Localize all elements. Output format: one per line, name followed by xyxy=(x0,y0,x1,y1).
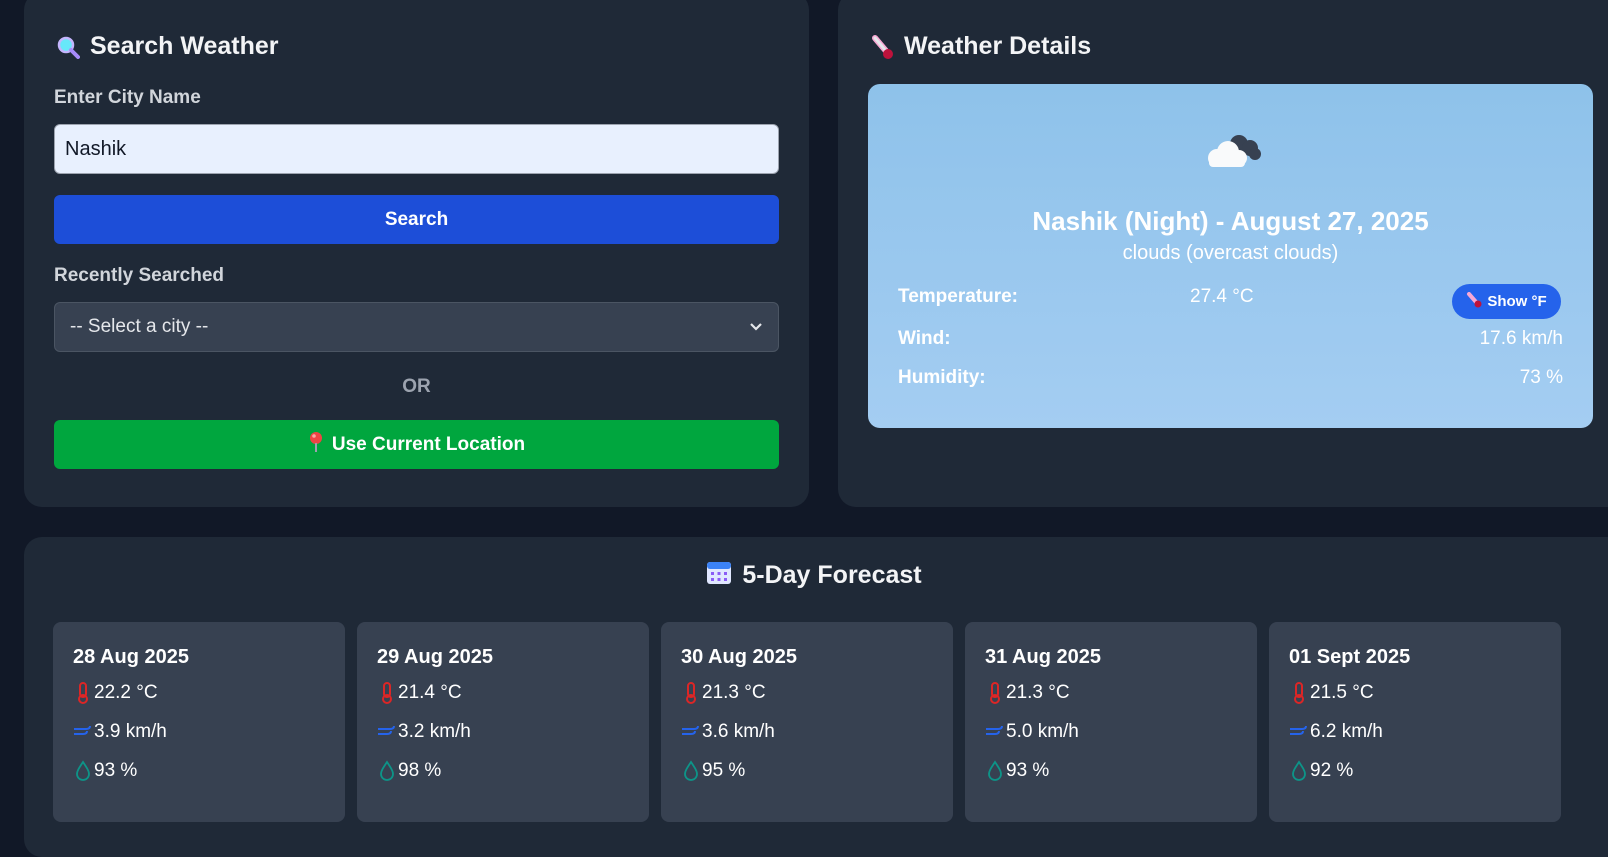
magnifier-icon xyxy=(56,35,80,59)
weather-details-title: Weather Details xyxy=(870,32,1091,61)
wind-icon xyxy=(1289,721,1309,743)
thermometer-icon xyxy=(73,682,93,704)
weather-description: clouds (overcast clouds) xyxy=(1122,242,1339,264)
forecast-day-humidity: 98 % xyxy=(377,760,441,782)
forecast-day-card: 01 Sept 2025 21.5 °C 6.2 km/h 92 % xyxy=(1269,622,1561,822)
forecast-day-humidity-value: 92 % xyxy=(1310,760,1354,781)
forecast-day-temp: 21.5 °C xyxy=(1289,682,1374,704)
forecast-day-temp: 21.4 °C xyxy=(377,682,462,704)
forecast-day-wind: 5.0 km/h xyxy=(985,721,1079,743)
forecast-day-card: 29 Aug 2025 21.4 °C 3.2 km/h 98 % xyxy=(357,622,649,822)
temperature-label: Temperature: xyxy=(898,286,1019,307)
recent-city-select-value: -- Select a city -- xyxy=(70,316,209,337)
thermometer-icon xyxy=(1466,291,1482,312)
forecast-day-date: 30 Aug 2025 xyxy=(681,646,797,668)
wind-label: Wind: xyxy=(898,328,951,349)
thermometer-icon xyxy=(681,682,701,704)
thermometer-icon xyxy=(1289,682,1309,704)
forecast-day-date: 29 Aug 2025 xyxy=(377,646,493,668)
forecast-day-humidity-value: 95 % xyxy=(702,760,746,781)
forecast-day-wind-value: 3.9 km/h xyxy=(94,721,167,742)
forecast-day-wind: 3.9 km/h xyxy=(73,721,167,743)
wind-value: 17.6 km/h xyxy=(1479,328,1563,349)
city-input[interactable] xyxy=(54,124,779,174)
forecast-day-wind-value: 5.0 km/h xyxy=(1006,721,1079,742)
forecast-day-wind: 3.2 km/h xyxy=(377,721,471,743)
search-panel: Search Weather Enter City Name Search Re… xyxy=(24,0,809,507)
pin-icon xyxy=(308,431,324,459)
cloud-icon xyxy=(1203,128,1265,172)
forecast-day-humidity-value: 93 % xyxy=(1006,760,1050,781)
droplet-icon xyxy=(985,760,1005,782)
recent-city-select[interactable]: -- Select a city -- xyxy=(54,302,779,352)
forecast-day-temp: 21.3 °C xyxy=(985,682,1070,704)
or-divider-text: OR xyxy=(402,376,431,397)
forecast-day-humidity: 92 % xyxy=(1289,760,1353,782)
forecast-day-temp-value: 22.2 °C xyxy=(94,682,158,703)
forecast-title: 5-Day Forecast xyxy=(24,559,1604,592)
forecast-day-humidity-value: 98 % xyxy=(398,760,442,781)
forecast-day-wind: 3.6 km/h xyxy=(681,721,775,743)
weather-details-panel: Weather Details Nashik (Night) - August … xyxy=(838,0,1608,507)
forecast-day-wind-value: 3.2 km/h xyxy=(398,721,471,742)
search-button[interactable]: Search xyxy=(54,195,779,244)
chevron-down-icon xyxy=(749,316,763,338)
city-input-label: Enter City Name xyxy=(54,87,201,108)
use-current-location-label: Use Current Location xyxy=(331,433,526,455)
wind-icon xyxy=(377,721,397,743)
forecast-day-humidity-value: 93 % xyxy=(94,760,138,781)
calendar-icon xyxy=(706,559,732,592)
forecast-day-wind-value: 6.2 km/h xyxy=(1310,721,1383,742)
humidity-label: Humidity: xyxy=(898,367,986,388)
forecast-panel: 5-Day Forecast 28 Aug 2025 22.2 °C 3.9 k… xyxy=(24,537,1608,857)
forecast-day-temp-value: 21.4 °C xyxy=(398,682,462,703)
forecast-day-humidity: 93 % xyxy=(985,760,1049,782)
droplet-icon xyxy=(377,760,397,782)
forecast-day-wind: 6.2 km/h xyxy=(1289,721,1383,743)
search-panel-title-text: Search Weather xyxy=(90,32,279,60)
thermometer-icon xyxy=(870,34,894,59)
forecast-day-card: 30 Aug 2025 21.3 °C 3.6 km/h 95 % xyxy=(661,622,953,822)
forecast-day-temp-value: 21.3 °C xyxy=(702,682,766,703)
recent-searches-label: Recently Searched xyxy=(54,265,225,286)
forecast-day-temp: 22.2 °C xyxy=(73,682,158,704)
current-weather-card: Nashik (Night) - August 27, 2025 clouds … xyxy=(868,84,1593,428)
forecast-day-card: 31 Aug 2025 21.3 °C 5.0 km/h 93 % xyxy=(965,622,1257,822)
forecast-day-temp-value: 21.5 °C xyxy=(1310,682,1374,703)
forecast-day-card: 28 Aug 2025 22.2 °C 3.9 km/h 93 % xyxy=(53,622,345,822)
city-heading: Nashik (Night) - August 27, 2025 xyxy=(1032,206,1429,236)
forecast-day-humidity: 93 % xyxy=(73,760,137,782)
thermometer-icon xyxy=(377,682,397,704)
forecast-day-date: 01 Sept 2025 xyxy=(1289,646,1411,668)
temperature-value: 27.4 °C xyxy=(1190,286,1254,307)
wind-icon xyxy=(73,721,93,743)
forecast-day-temp-value: 21.3 °C xyxy=(1006,682,1070,703)
weather-details-title-text: Weather Details xyxy=(904,32,1092,60)
search-panel-title: Search Weather xyxy=(56,32,279,61)
forecast-day-date: 28 Aug 2025 xyxy=(73,646,189,668)
droplet-icon xyxy=(681,760,701,782)
forecast-title-text: 5-Day Forecast xyxy=(742,561,922,589)
forecast-day-date: 31 Aug 2025 xyxy=(985,646,1101,668)
droplet-icon xyxy=(73,760,93,782)
forecast-day-wind-value: 3.6 km/h xyxy=(702,721,775,742)
droplet-icon xyxy=(1289,760,1309,782)
use-current-location-button[interactable]: Use Current Location xyxy=(54,420,779,469)
show-fahrenheit-label: Show °F xyxy=(1487,293,1547,310)
wind-icon xyxy=(681,721,701,743)
forecast-day-temp: 21.3 °C xyxy=(681,682,766,704)
forecast-day-humidity: 95 % xyxy=(681,760,745,782)
thermometer-icon xyxy=(985,682,1005,704)
search-button-label: Search xyxy=(384,208,449,230)
humidity-value: 73 % xyxy=(1519,367,1563,388)
show-fahrenheit-button[interactable]: Show °F xyxy=(1452,284,1561,319)
wind-icon xyxy=(985,721,1005,743)
